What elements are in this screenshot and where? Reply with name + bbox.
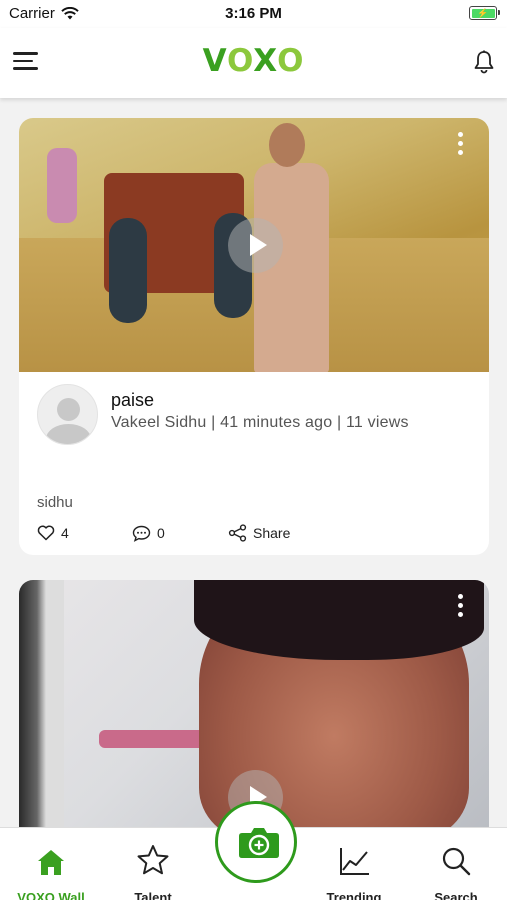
app-header: VOXO [0,28,507,98]
like-button[interactable]: 4 [37,525,132,541]
more-options-icon[interactable] [458,594,464,618]
video-thumbnail[interactable] [19,118,489,372]
status-bar: Carrier 3:16 PM ⚡ [0,0,507,28]
post-title[interactable]: paise [111,390,154,411]
tab-label: VOXO Wall [17,890,85,900]
tab-label: Trending [326,890,382,900]
comment-button[interactable]: 0 [132,525,228,542]
more-options-icon[interactable] [458,132,464,156]
star-icon [137,845,169,875]
video-thumbnail[interactable] [19,580,489,827]
post-description: sidhu [37,494,73,511]
video-post-card: paise Vakeel Sidhu | 41 minutes ago | 11… [19,118,489,555]
camera-upload-button[interactable] [215,801,297,883]
comment-icon [132,525,151,542]
bell-icon[interactable] [473,50,495,74]
comment-count: 0 [157,525,165,541]
tab-trending[interactable]: Trending [314,842,394,900]
search-icon [442,847,471,876]
camera-plus-icon [239,828,279,858]
home-icon [38,850,64,875]
heart-icon [37,525,55,541]
bottom-tab-bar: VOXO Wall Talent Trending Search [0,801,507,900]
tab-talent[interactable]: Talent [113,842,193,900]
tab-label: Search [434,890,478,900]
post-meta: Vakeel Sidhu | 41 minutes ago | 11 views [111,414,409,431]
like-count: 4 [61,525,69,541]
video-feed[interactable]: paise Vakeel Sidhu | 41 minutes ago | 11… [0,98,507,827]
tab-voxo-wall[interactable]: VOXO Wall [11,842,91,900]
avatar[interactable] [37,384,98,445]
play-icon[interactable] [228,218,283,273]
share-label: Share [253,525,291,541]
video-post-card [19,580,489,827]
clock: 3:16 PM [225,5,282,22]
share-icon [228,524,247,542]
tab-search[interactable]: Search [416,842,496,900]
tab-label: Talent [134,890,172,900]
share-button[interactable]: Share [228,524,290,542]
voxo-logo: VOXO [202,43,305,79]
battery-icon: ⚡ [469,6,500,20]
post-actions: 4 0 Share [37,524,290,542]
trending-chart-icon [340,848,369,875]
